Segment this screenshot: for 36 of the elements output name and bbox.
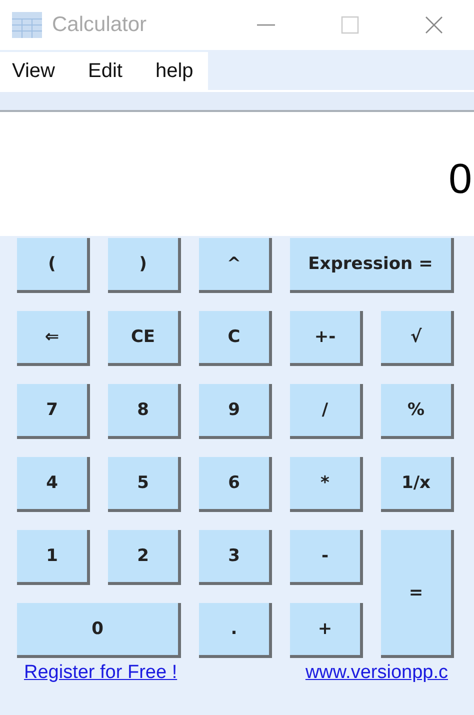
calculator-key[interactable]: 2: [108, 530, 181, 585]
menu-item[interactable]: help: [143, 60, 206, 82]
calculator-key[interactable]: .: [199, 603, 272, 658]
calculator-key[interactable]: 5: [108, 457, 181, 512]
calculator-key[interactable]: ⇐: [17, 311, 90, 366]
calculator-key[interactable]: ^: [199, 238, 272, 293]
calculator-key[interactable]: +: [290, 603, 363, 658]
calculator-key[interactable]: C: [199, 311, 272, 366]
calculator-key[interactable]: 3: [199, 530, 272, 585]
calculator-key[interactable]: √: [381, 311, 454, 366]
calculator-key[interactable]: 7: [17, 384, 90, 439]
calculator-key[interactable]: 0: [17, 603, 181, 658]
calculator-key[interactable]: 1/x: [381, 457, 454, 512]
calculator-key[interactable]: %: [381, 384, 454, 439]
link[interactable]: Register for Free !: [24, 662, 178, 684]
calculator-key[interactable]: 8: [108, 384, 181, 439]
calculator-key[interactable]: 9: [199, 384, 272, 439]
calculator-key[interactable]: *: [290, 457, 363, 512]
calculator-key[interactable]: Expression =: [290, 238, 454, 293]
calculator-key[interactable]: ): [108, 238, 181, 293]
calculator-key[interactable]: 6: [199, 457, 272, 512]
calculator-key[interactable]: (: [17, 238, 90, 293]
menu-item[interactable]: View: [0, 60, 67, 82]
display-value: 0: [448, 155, 473, 203]
calculator-key[interactable]: CE: [108, 311, 181, 366]
calculator-key[interactable]: -: [290, 530, 363, 585]
calculator-key[interactable]: 1: [17, 530, 90, 585]
calculator-key[interactable]: 4: [17, 457, 90, 512]
window-title: Calculator: [52, 13, 147, 37]
menu-item[interactable]: Edit: [76, 60, 134, 82]
link[interactable]: www.versionpp.c: [305, 662, 448, 684]
close-icon[interactable]: [424, 15, 444, 35]
calculator-key[interactable]: +-: [290, 311, 363, 366]
calculator-key[interactable]: =: [381, 530, 454, 658]
calculator-key[interactable]: /: [290, 384, 363, 439]
calculator-icon: [12, 12, 42, 38]
